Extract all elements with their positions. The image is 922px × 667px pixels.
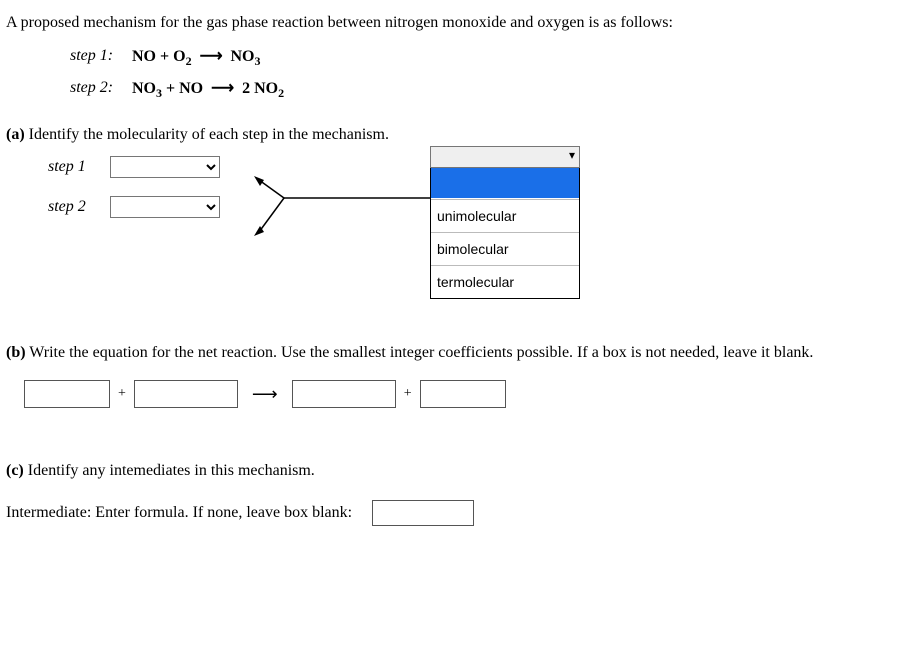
part-c-prompt: Identify any intemediates in this mechan… <box>28 462 315 479</box>
reaction-arrow-icon: ⟶ <box>252 384 278 405</box>
step1-molecularity-select[interactable] <box>110 156 220 178</box>
part-b-tag: (b) <box>6 344 26 361</box>
intermediate-label: Intermediate: Enter formula. If none, le… <box>6 504 352 522</box>
dropdown-option-bimolecular[interactable]: bimolecular <box>431 232 579 265</box>
part-a: (a) Identify the molecularity of each st… <box>6 126 916 144</box>
dropdown-list: unimolecular bimolecular termolecular <box>430 167 580 299</box>
step-2-label: step 2: <box>70 79 132 97</box>
part-c: (c) Identify any intemediates in this me… <box>6 462 916 480</box>
part-a-prompt: Identify the molecularity of each step i… <box>29 126 389 143</box>
intro-text: A proposed mechanism for the gas phase r… <box>6 14 916 32</box>
s1-product: NO <box>231 48 255 65</box>
plus-1: + <box>118 386 126 402</box>
step2-label: step 2 <box>48 198 110 216</box>
product-2-input[interactable] <box>420 380 506 408</box>
dropdown-toggle[interactable] <box>430 146 580 168</box>
s2-product: NO <box>254 80 278 97</box>
dropdown-expanded: unimolecular bimolecular termolecular <box>430 146 580 299</box>
step-1: step 1: NO + O2 ⟶ NO3 <box>70 46 916 66</box>
part-b: (b) Write the equation for the net react… <box>6 344 916 362</box>
s1-reactant: NO + O <box>132 48 186 65</box>
s2-r1: NO <box>132 80 156 97</box>
intermediate-input[interactable] <box>372 500 474 526</box>
intermediate-row: Intermediate: Enter formula. If none, le… <box>6 500 916 526</box>
arrow-icon: ⟶ <box>211 78 234 98</box>
part-c-tag: (c) <box>6 462 24 479</box>
net-reaction-equation: + ⟶ + <box>24 380 916 408</box>
part-a-tag: (a) <box>6 126 25 143</box>
plus-2: + <box>404 386 412 402</box>
step-1-label: step 1: <box>70 47 132 65</box>
reactant-2-input[interactable] <box>134 380 238 408</box>
step1-label: step 1 <box>48 158 110 176</box>
reactant-1-input[interactable] <box>24 380 110 408</box>
part-b-prompt: Write the equation for the net reaction.… <box>29 344 813 361</box>
dropdown-option-blank[interactable] <box>431 168 579 199</box>
step2-molecularity-select[interactable] <box>110 196 220 218</box>
step-2: step 2: NO3 + NO ⟶ 2 NO2 <box>70 78 916 98</box>
product-1-input[interactable] <box>292 380 396 408</box>
arrow-icon: ⟶ <box>200 46 223 66</box>
dropdown-option-unimolecular[interactable]: unimolecular <box>431 199 579 232</box>
mechanism-steps: step 1: NO + O2 ⟶ NO3 step 2: NO3 + NO ⟶… <box>70 46 916 98</box>
pointer-arrow-icon <box>254 176 430 266</box>
dropdown-option-termolecular[interactable]: termolecular <box>431 265 579 298</box>
